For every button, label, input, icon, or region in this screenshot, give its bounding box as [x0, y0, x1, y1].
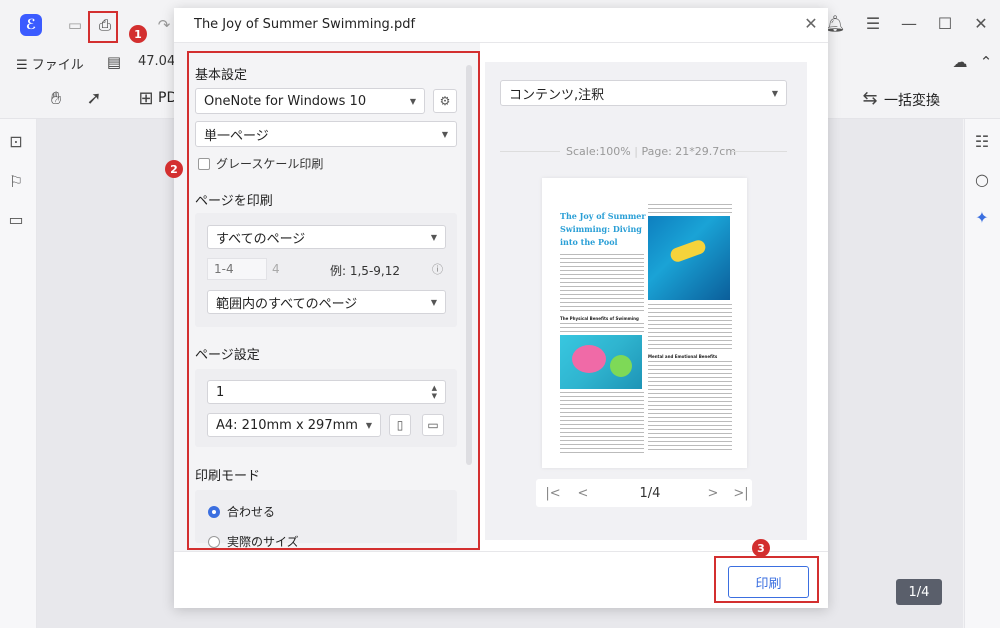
- batch-convert-icon[interactable]: ⇆: [858, 86, 882, 110]
- last-page-button[interactable]: >|: [730, 482, 752, 504]
- app-logo-icon: ℰ: [20, 14, 42, 36]
- divider: [174, 551, 828, 552]
- pink-float-shape: [572, 345, 606, 373]
- select-tool-icon[interactable]: ➚: [82, 86, 106, 110]
- page-icon[interactable]: ▤: [106, 53, 122, 71]
- preview-info: Scale:100% | Page: 21*29.7cm: [566, 145, 737, 158]
- properties-icon[interactable]: ☷: [972, 131, 992, 151]
- save-icon[interactable]: ▭: [66, 16, 84, 34]
- preview-image-pool: [648, 216, 730, 300]
- annotation-box-print-button: [714, 556, 819, 603]
- divider: [500, 151, 560, 152]
- bookmark-icon[interactable]: ⚐: [6, 171, 26, 191]
- preview-page: The Joy of Summer Swimming: Diving into …: [542, 178, 747, 468]
- file-menu-label: ファイル: [31, 58, 84, 73]
- hand-tool-icon[interactable]: ✋︎: [44, 86, 68, 110]
- search-icon[interactable]: ○: [972, 169, 992, 189]
- divider: [732, 151, 787, 152]
- left-sidebar: [0, 119, 37, 628]
- preview-heading-mental: Mental and Emotional Benefits: [648, 354, 718, 359]
- minimize-button[interactable]: —: [898, 12, 920, 34]
- preview-image-floats: [560, 335, 642, 389]
- add-pdf-icon[interactable]: ⊞: [134, 86, 158, 110]
- dialog-title: The Joy of Summer Swimming.pdf: [194, 17, 416, 32]
- preview-text-block: [560, 254, 644, 312]
- close-window-button[interactable]: ✕: [970, 12, 992, 34]
- annotation-marker-3: 3: [752, 539, 770, 557]
- annotation-box-print-icon: [88, 11, 118, 43]
- collapse-icon[interactable]: ⌃: [976, 52, 996, 72]
- maximize-button[interactable]: ☐: [934, 12, 956, 34]
- scale-label: Scale:100%: [566, 145, 631, 158]
- chevron-down-icon: ▼: [771, 88, 778, 98]
- annotation-box-settings: [187, 51, 480, 550]
- preview-heading-physical: The Physical Benefits of Swimming: [560, 316, 639, 321]
- redo-icon[interactable]: ↷: [155, 16, 173, 34]
- annotation-marker-1: 1: [129, 25, 147, 43]
- preview-pager: |< < 1/4 > >|: [536, 479, 752, 507]
- preview-text-block: [560, 392, 644, 454]
- preview-text-block: [560, 323, 644, 333]
- pager-value[interactable]: 1/4: [620, 486, 680, 501]
- swimmer-float-shape: [668, 238, 708, 264]
- dialog-close-icon[interactable]: ✕: [802, 14, 820, 33]
- preview-text-block: [648, 304, 732, 350]
- green-float-shape: [610, 355, 632, 377]
- batch-convert-label[interactable]: 一括変換: [884, 90, 940, 110]
- next-page-button[interactable]: >: [702, 482, 724, 504]
- first-page-button[interactable]: |<: [542, 482, 564, 504]
- content-select-value: コンテンツ,注釈: [509, 87, 605, 103]
- ai-sparkle-icon[interactable]: ✦: [972, 207, 992, 227]
- annotation-marker-2: 2: [165, 160, 183, 178]
- comment-icon[interactable]: ▭: [6, 209, 26, 229]
- page-indicator-badge: 1/4: [896, 579, 942, 605]
- thumbnail-icon[interactable]: ⊡: [6, 131, 26, 151]
- cloud-upload-icon[interactable]: ☁: [950, 52, 970, 72]
- menu-icon[interactable]: ☰: [862, 12, 884, 34]
- content-select[interactable]: コンテンツ,注釈 ▼: [500, 80, 787, 106]
- preview-text-block: [648, 204, 732, 214]
- page-size-label: Page: 21*29.7cm: [641, 145, 737, 158]
- file-menu[interactable]: ☰ ファイル: [16, 54, 84, 73]
- prev-page-button[interactable]: <: [572, 482, 594, 504]
- right-sidebar: [964, 119, 1000, 628]
- preview-doc-title: The Joy of Summer Swimming: Diving into …: [560, 211, 646, 247]
- preview-text-block: [648, 361, 732, 451]
